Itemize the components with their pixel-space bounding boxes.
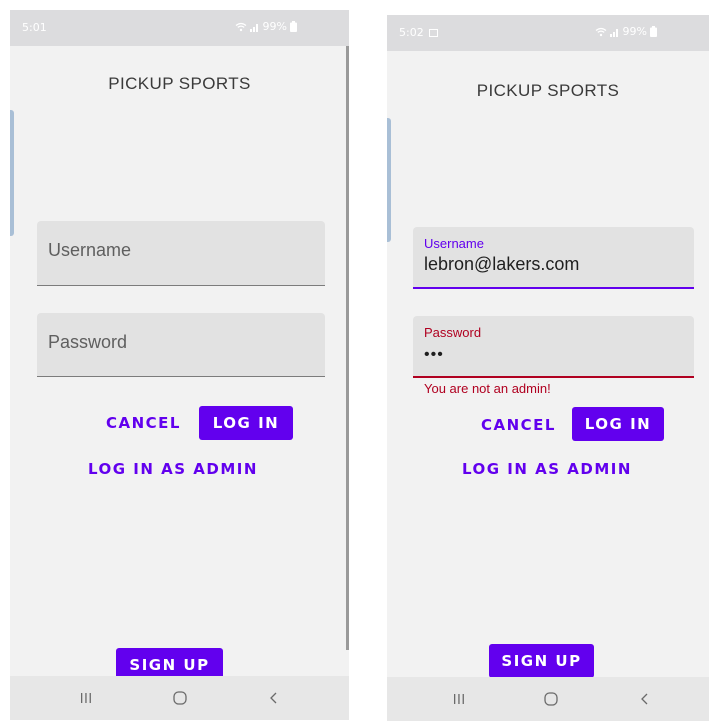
status-time: 5:01 — [22, 21, 47, 34]
app-title: PICKUP SPORTS — [108, 74, 251, 93]
battery-icon — [290, 21, 297, 32]
battery-icon — [650, 26, 657, 37]
status-bar: 5:02 99% — [387, 15, 709, 51]
image-notification-icon — [428, 29, 438, 37]
scrollbar[interactable] — [346, 46, 349, 650]
recent-apps-icon[interactable] — [56, 676, 116, 720]
battery-percent: 99% — [262, 20, 287, 33]
app-title: PICKUP SPORTS — [476, 81, 620, 100]
battery-percent: 99% — [622, 25, 647, 38]
status-bar: 5:01 99% — [10, 10, 349, 46]
admin-login-button[interactable]: LOG IN AS ADMIN — [88, 460, 258, 478]
admin-login-button[interactable]: LOG IN AS ADMIN — [462, 460, 632, 478]
wifi-icon — [235, 22, 246, 31]
login-screen-left: 5:01 99% PICKUP SPORTS Username Password — [10, 10, 349, 720]
username-placeholder: Username — [48, 240, 132, 260]
login-button[interactable]: LOG IN — [572, 407, 664, 441]
password-value: ••• — [424, 346, 444, 363]
signup-button[interactable]: SIGN UP — [489, 644, 594, 678]
username-input[interactable]: Username — [37, 221, 325, 286]
password-input[interactable]: Password — [37, 313, 325, 377]
back-icon[interactable] — [244, 676, 304, 720]
back-icon[interactable] — [615, 677, 675, 721]
status-icons: 99% — [235, 20, 297, 33]
wifi-icon — [595, 27, 606, 36]
cancel-button[interactable]: CANCEL — [481, 416, 556, 434]
navigation-bar — [10, 676, 349, 720]
signal-icon — [249, 23, 258, 32]
login-screen-right: 5:02 99% PICKUP SPORTS Username lebron@l… — [387, 15, 709, 721]
password-input[interactable]: Password ••• — [413, 316, 694, 378]
status-time: 5:02 — [399, 26, 438, 39]
username-label: Username — [424, 236, 484, 251]
recent-apps-icon[interactable] — [429, 677, 489, 721]
signal-icon — [609, 28, 618, 37]
username-input[interactable]: Username lebron@lakers.com — [413, 227, 694, 289]
username-value: lebron@lakers.com — [424, 254, 580, 274]
edge-panel-handle[interactable] — [10, 110, 14, 236]
cancel-button[interactable]: CANCEL — [106, 414, 181, 432]
edge-panel-handle[interactable] — [387, 118, 391, 242]
home-icon[interactable] — [150, 676, 210, 720]
home-icon[interactable] — [521, 677, 581, 721]
navigation-bar — [387, 677, 709, 721]
login-button[interactable]: LOG IN — [199, 406, 293, 440]
password-placeholder: Password — [48, 332, 128, 352]
error-message: You are not an admin! — [424, 381, 551, 396]
password-label: Password — [424, 325, 482, 340]
status-icons: 99% — [595, 25, 657, 38]
